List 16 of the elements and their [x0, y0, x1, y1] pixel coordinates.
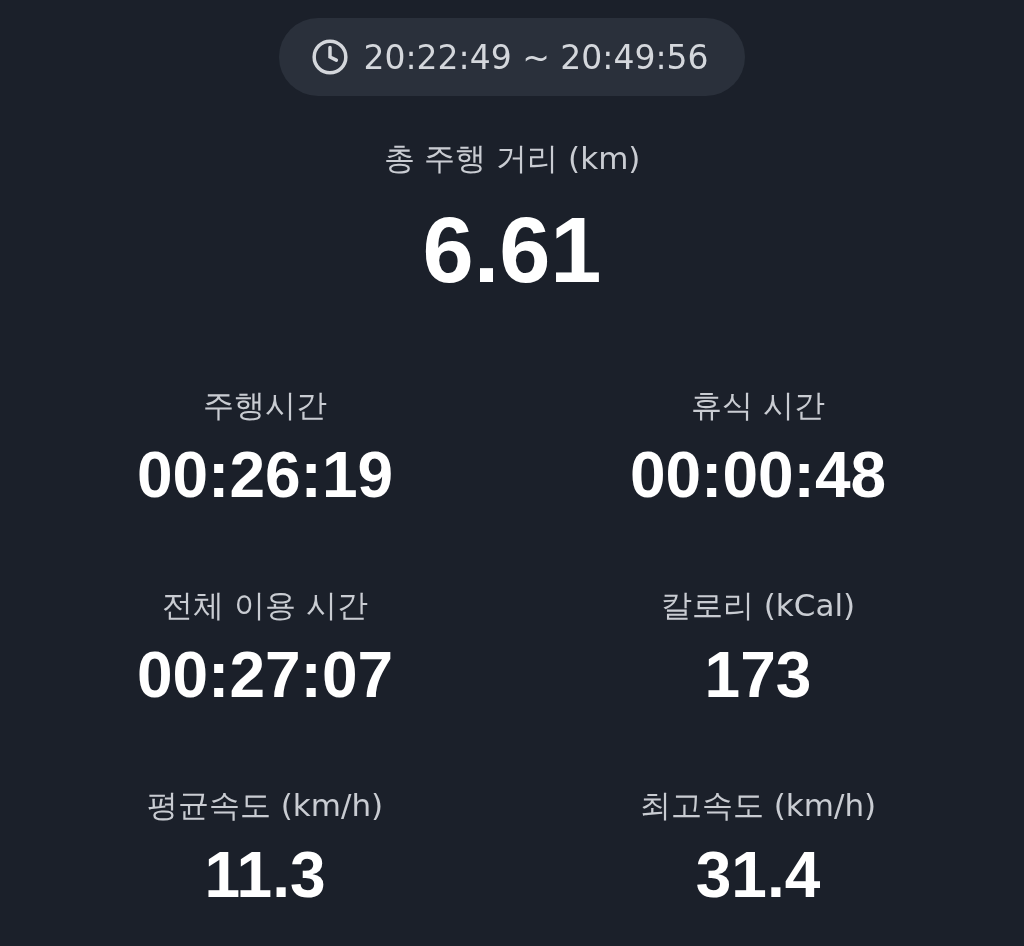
stat-value: 31.4: [695, 840, 821, 910]
stat-value: 00:26:19: [136, 440, 394, 510]
stat-label: 평균속도 (km/h): [146, 786, 384, 825]
clock-icon: [311, 38, 350, 76]
stat-value: 173: [704, 640, 812, 710]
stat-label: 칼로리 (kCal): [660, 586, 856, 625]
time-range: 20:22:49 ~ 20:49:56: [363, 37, 709, 77]
stat-label: 전체 이용 시간: [162, 586, 368, 625]
stat-value: 00:27:07: [136, 640, 394, 710]
distance-label: 총 주행 거리 (km): [383, 139, 641, 178]
stat-value: 00:00:48: [629, 440, 887, 510]
stat-value: 11.3: [204, 840, 326, 910]
stat-label: 주행시간: [203, 386, 327, 425]
stat-label: 최고속도 (km/h): [639, 786, 877, 825]
distance-value: 6.61: [422, 198, 602, 303]
stat-label: 휴식 시간: [691, 386, 825, 425]
